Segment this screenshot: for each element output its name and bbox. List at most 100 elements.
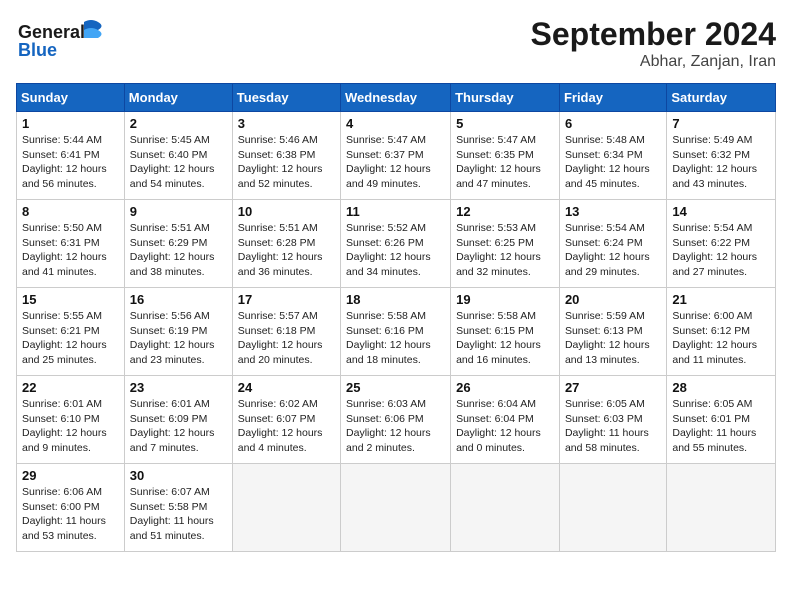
day-detail: Sunrise: 5:47 AM Sunset: 6:35 PM Dayligh… [456, 133, 554, 192]
day-cell-10: 10Sunrise: 5:51 AM Sunset: 6:28 PM Dayli… [232, 200, 340, 288]
day-number: 2 [130, 116, 227, 131]
day-number: 4 [346, 116, 445, 131]
day-cell-6: 6 Sunrise: 5:48 AM Sunset: 6:34 PM Daylig… [559, 112, 666, 200]
day-cell-21: 21 Sunrise: 6:00 AM Sunset: 6:12 PM Dayli… [667, 288, 776, 376]
day-detail: Sunrise: 5:51 AM Sunset: 6:28 PM Dayligh… [238, 221, 335, 280]
day-cell-27: 27 Sunrise: 6:05 AM Sunset: 6:03 PM Dayli… [559, 376, 666, 464]
day-detail: Sunrise: 5:57 AM Sunset: 6:18 PM Dayligh… [238, 309, 335, 368]
day-number: 27 [565, 380, 661, 395]
day-number: 29 [22, 468, 119, 483]
day-number: 13 [565, 204, 661, 219]
day-cell-15: 15 Sunrise: 5:55 AM Sunset: 6:21 PM Dayli… [17, 288, 125, 376]
day-detail: Sunrise: 6:06 AM Sunset: 6:00 PM Dayligh… [22, 485, 119, 544]
day-cell-23: 23 Sunrise: 6:01 AM Sunset: 6:09 PM Dayli… [124, 376, 232, 464]
empty-cell [667, 464, 776, 552]
day-number: 16 [130, 292, 227, 307]
day-detail: Sunrise: 5:55 AM Sunset: 6:21 PM Dayligh… [22, 309, 119, 368]
page-header: General Blue September 2024 Abhar, Zanja… [16, 16, 776, 71]
day-detail: Sunrise: 6:07 AM Sunset: 5:58 PM Dayligh… [130, 485, 227, 544]
day-cell-3: 3 Sunrise: 5:46 AM Sunset: 6:38 PM Daylig… [232, 112, 340, 200]
day-number: 19 [456, 292, 554, 307]
day-detail: Sunrise: 6:05 AM Sunset: 6:03 PM Dayligh… [565, 397, 661, 456]
day-detail: Sunrise: 5:58 AM Sunset: 6:15 PM Dayligh… [456, 309, 554, 368]
day-detail: Sunrise: 5:52 AM Sunset: 6:26 PM Dayligh… [346, 221, 445, 280]
day-number: 24 [238, 380, 335, 395]
day-cell-12: 12Sunrise: 5:53 AM Sunset: 6:25 PM Dayli… [451, 200, 560, 288]
day-detail: Sunrise: 5:46 AM Sunset: 6:38 PM Dayligh… [238, 133, 335, 192]
week-row-1: 1 Sunrise: 5:44 AM Sunset: 6:41 PM Daylig… [17, 112, 776, 200]
day-detail: Sunrise: 6:05 AM Sunset: 6:01 PM Dayligh… [672, 397, 770, 456]
col-header-monday: Monday [124, 84, 232, 112]
day-number: 20 [565, 292, 661, 307]
day-cell-9: 9Sunrise: 5:51 AM Sunset: 6:29 PM Daylig… [124, 200, 232, 288]
day-number: 6 [565, 116, 661, 131]
col-header-thursday: Thursday [451, 84, 560, 112]
location-title: Abhar, Zanjan, Iran [531, 53, 776, 71]
week-row-3: 15 Sunrise: 5:55 AM Sunset: 6:21 PM Dayli… [17, 288, 776, 376]
col-header-sunday: Sunday [17, 84, 125, 112]
day-number: 30 [130, 468, 227, 483]
week-row-2: 8 Sunrise: 5:50 AM Sunset: 6:31 PM Daylig… [17, 200, 776, 288]
day-detail: Sunrise: 5:56 AM Sunset: 6:19 PM Dayligh… [130, 309, 227, 368]
day-number: 22 [22, 380, 119, 395]
day-cell-8: 8 Sunrise: 5:50 AM Sunset: 6:31 PM Daylig… [17, 200, 125, 288]
day-detail: Sunrise: 5:44 AM Sunset: 6:41 PM Dayligh… [22, 133, 119, 192]
day-cell-28: 28 Sunrise: 6:05 AM Sunset: 6:01 PM Dayli… [667, 376, 776, 464]
col-header-saturday: Saturday [667, 84, 776, 112]
logo-svg: General Blue [16, 16, 106, 60]
day-number: 3 [238, 116, 335, 131]
day-cell-7: 7Sunrise: 5:49 AM Sunset: 6:32 PM Daylig… [667, 112, 776, 200]
day-detail: Sunrise: 6:01 AM Sunset: 6:09 PM Dayligh… [130, 397, 227, 456]
day-cell-29: 29 Sunrise: 6:06 AM Sunset: 6:00 PM Dayli… [17, 464, 125, 552]
day-detail: Sunrise: 6:01 AM Sunset: 6:10 PM Dayligh… [22, 397, 119, 456]
day-number: 18 [346, 292, 445, 307]
day-cell-24: 24 Sunrise: 6:02 AM Sunset: 6:07 PM Dayli… [232, 376, 340, 464]
day-number: 1 [22, 116, 119, 131]
empty-cell [232, 464, 340, 552]
col-header-friday: Friday [559, 84, 666, 112]
day-detail: Sunrise: 5:48 AM Sunset: 6:34 PM Dayligh… [565, 133, 661, 192]
day-cell-16: 16 Sunrise: 5:56 AM Sunset: 6:19 PM Dayli… [124, 288, 232, 376]
day-number: 14 [672, 204, 770, 219]
day-cell-26: 26 Sunrise: 6:04 AM Sunset: 6:04 PM Dayli… [451, 376, 560, 464]
day-cell-17: 17 Sunrise: 5:57 AM Sunset: 6:18 PM Dayli… [232, 288, 340, 376]
day-cell-2: 2 Sunrise: 5:45 AM Sunset: 6:40 PM Daylig… [124, 112, 232, 200]
empty-cell [559, 464, 666, 552]
day-detail: Sunrise: 6:04 AM Sunset: 6:04 PM Dayligh… [456, 397, 554, 456]
day-detail: Sunrise: 5:51 AM Sunset: 6:29 PM Dayligh… [130, 221, 227, 280]
day-detail: Sunrise: 5:50 AM Sunset: 6:31 PM Dayligh… [22, 221, 119, 280]
logo: General Blue [16, 16, 106, 60]
day-number: 8 [22, 204, 119, 219]
day-detail: Sunrise: 5:58 AM Sunset: 6:16 PM Dayligh… [346, 309, 445, 368]
day-detail: Sunrise: 6:00 AM Sunset: 6:12 PM Dayligh… [672, 309, 770, 368]
day-cell-14: 14Sunrise: 5:54 AM Sunset: 6:22 PM Dayli… [667, 200, 776, 288]
week-row-5: 29 Sunrise: 6:06 AM Sunset: 6:00 PM Dayli… [17, 464, 776, 552]
day-cell-5: 5Sunrise: 5:47 AM Sunset: 6:35 PM Daylig… [451, 112, 560, 200]
week-row-4: 22 Sunrise: 6:01 AM Sunset: 6:10 PM Dayli… [17, 376, 776, 464]
title-block: September 2024 Abhar, Zanjan, Iran [531, 16, 776, 71]
day-number: 11 [346, 204, 445, 219]
svg-text:Blue: Blue [18, 40, 57, 60]
day-number: 23 [130, 380, 227, 395]
day-detail: Sunrise: 5:47 AM Sunset: 6:37 PM Dayligh… [346, 133, 445, 192]
day-cell-19: 19 Sunrise: 5:58 AM Sunset: 6:15 PM Dayli… [451, 288, 560, 376]
calendar-table: SundayMondayTuesdayWednesdayThursdayFrid… [16, 83, 776, 552]
day-cell-11: 11 Sunrise: 5:52 AM Sunset: 6:26 PM Dayli… [341, 200, 451, 288]
day-detail: Sunrise: 6:02 AM Sunset: 6:07 PM Dayligh… [238, 397, 335, 456]
day-number: 7 [672, 116, 770, 131]
day-number: 12 [456, 204, 554, 219]
day-detail: Sunrise: 5:59 AM Sunset: 6:13 PM Dayligh… [565, 309, 661, 368]
day-number: 17 [238, 292, 335, 307]
day-number: 26 [456, 380, 554, 395]
day-number: 21 [672, 292, 770, 307]
day-cell-18: 18 Sunrise: 5:58 AM Sunset: 6:16 PM Dayli… [341, 288, 451, 376]
day-detail: Sunrise: 5:54 AM Sunset: 6:24 PM Dayligh… [565, 221, 661, 280]
day-number: 15 [22, 292, 119, 307]
calendar-header-row: SundayMondayTuesdayWednesdayThursdayFrid… [17, 84, 776, 112]
day-detail: Sunrise: 6:03 AM Sunset: 6:06 PM Dayligh… [346, 397, 445, 456]
day-cell-1: 1 Sunrise: 5:44 AM Sunset: 6:41 PM Daylig… [17, 112, 125, 200]
empty-cell [451, 464, 560, 552]
day-detail: Sunrise: 5:45 AM Sunset: 6:40 PM Dayligh… [130, 133, 227, 192]
day-cell-20: 20 Sunrise: 5:59 AM Sunset: 6:13 PM Dayli… [559, 288, 666, 376]
day-number: 28 [672, 380, 770, 395]
